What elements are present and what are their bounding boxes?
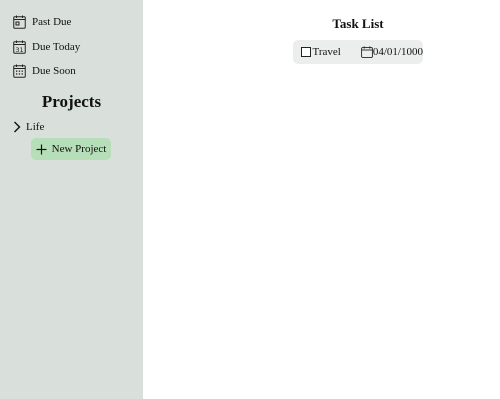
calendar-alert-icon [13, 15, 26, 29]
calendar-day-number: 31 [15, 46, 23, 54]
plus-icon [36, 144, 47, 155]
calendar-week-icon [13, 64, 26, 78]
nav-item-label: Due Today [32, 41, 81, 53]
calendar-icon [361, 46, 373, 58]
task-name: Travel [312, 46, 341, 58]
projects-heading: Projects [41, 92, 102, 111]
nav-item-due-today[interactable]: 31 Due Today [13, 39, 80, 55]
task-checkbox[interactable] [301, 47, 311, 57]
nav-item-label: Due Soon [32, 65, 76, 77]
task-due-date: 04/01/1000 [372, 46, 423, 58]
nav-item-label: Past Due [32, 16, 72, 28]
project-item-label: Life [26, 121, 45, 133]
new-project-button[interactable]: New Project [31, 138, 111, 160]
project-item-life[interactable]: Life [13, 119, 44, 135]
new-project-label: New Project [51, 143, 107, 155]
task-row[interactable]: Travel 04/01/1000 [293, 40, 423, 64]
sidebar: Past Due 31 Due Today Due Soon Projects … [0, 0, 143, 399]
chevron-right-icon [13, 121, 21, 133]
task-list-title: Task List [332, 16, 384, 31]
nav-item-due-soon[interactable]: Due Soon [13, 63, 76, 79]
calendar-day-icon: 31 [13, 40, 26, 54]
nav-item-past-due[interactable]: Past Due [13, 14, 71, 30]
